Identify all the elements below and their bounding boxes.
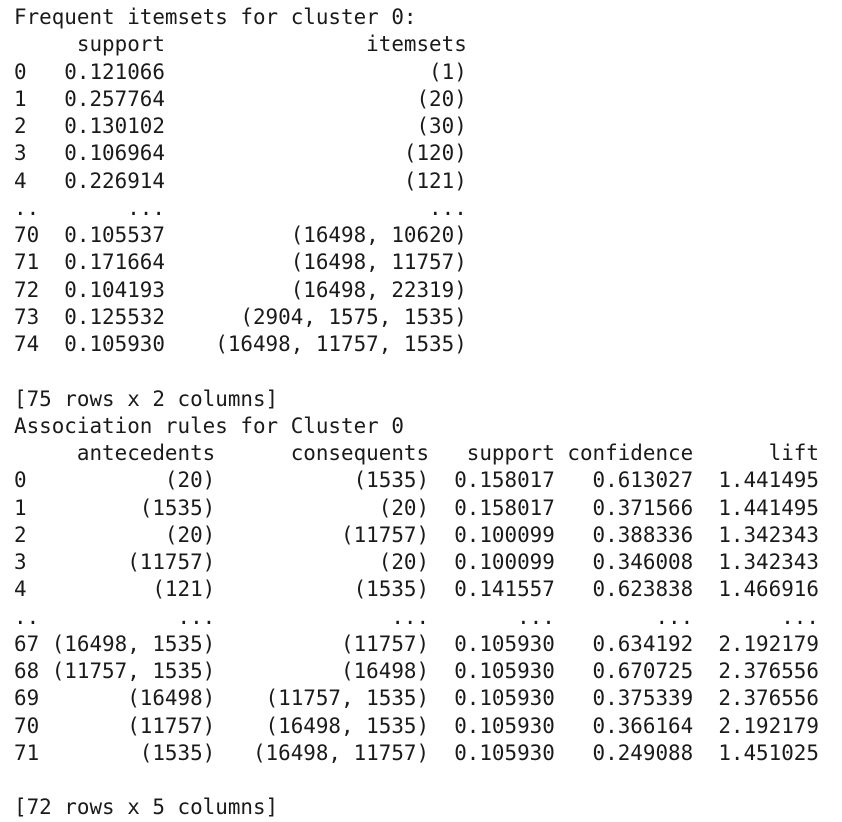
table-row: .. ... ... ... ... ... <box>14 604 819 629</box>
table-row: 0 0.121066 (1) <box>14 59 467 84</box>
table-header: antecedents consequents support confiden… <box>14 441 819 465</box>
table-row: 70 0.105537 (16498, 10620) <box>14 223 467 247</box>
table-row: 1 0.257764 (20) <box>14 86 467 111</box>
table-row: 4 (121) (1535) 0.141557 0.623838 1.46691… <box>14 577 819 602</box>
table-row: 69 (16498) (11757, 1535) 0.105930 0.3753… <box>14 686 819 711</box>
table-row: 73 0.125532 (2904, 1575, 1535) <box>14 304 467 329</box>
console-output: Frequent itemsets for cluster 0: support… <box>14 4 819 822</box>
table-row: 71 0.171664 (16498, 11757) <box>14 250 467 275</box>
table-row: 0 (20) (1535) 0.158017 0.613027 1.441495 <box>14 468 819 493</box>
table-row: 4 0.226914 (121) <box>14 168 467 193</box>
table-row: 3 0.106964 (120) <box>14 141 467 166</box>
table-shape: [72 rows x 5 columns] <box>14 795 279 820</box>
table-row: 3 (11757) (20) 0.100099 0.346008 1.34234… <box>14 550 819 574</box>
table-row: 2 (20) (11757) 0.100099 0.388336 1.34234… <box>14 522 819 547</box>
table-row: 74 0.105930 (16498, 11757, 1535) <box>14 332 467 356</box>
table-row: 67 (16498, 1535) (11757) 0.105930 0.6341… <box>14 631 819 656</box>
table-header: support itemsets <box>14 32 467 57</box>
section-title: Association rules for Cluster 0 <box>14 413 404 438</box>
table-row: 2 0.130102 (30) <box>14 114 467 138</box>
table-row: 71 (1535) (16498, 11757) 0.105930 0.2490… <box>14 740 819 765</box>
table-row: 70 (11757) (16498, 1535) 0.105930 0.3661… <box>14 713 819 738</box>
table-row: 72 0.104193 (16498, 22319) <box>14 277 467 302</box>
table-row: 1 (1535) (20) 0.158017 0.371566 1.441495 <box>14 495 819 520</box>
table-row: 68 (11757, 1535) (16498) 0.105930 0.6707… <box>14 659 819 683</box>
table-row: .. ... ... <box>14 195 467 220</box>
table-shape: [75 rows x 2 columns] <box>14 386 279 411</box>
section-title: Frequent itemsets for cluster 0: <box>14 5 417 29</box>
